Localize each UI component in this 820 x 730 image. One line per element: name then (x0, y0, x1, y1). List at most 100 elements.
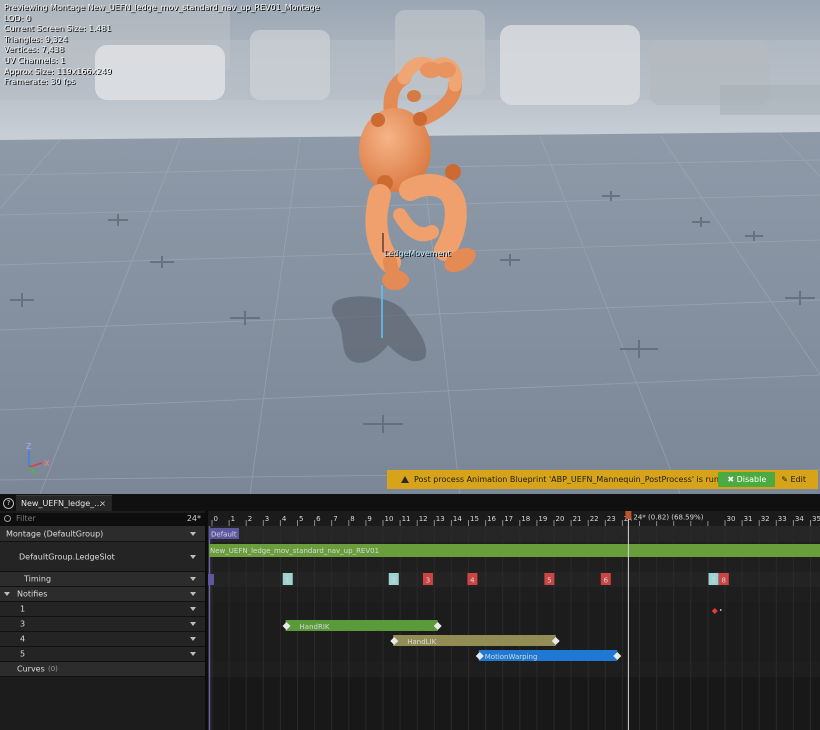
edit-button[interactable]: ✎ Edit (781, 475, 806, 484)
animation-viewport[interactable]: Z X Previewing Montage New_UEFN_ledge_mo… (0, 0, 820, 494)
viewport-stats: Previewing Montage New_UEFN_ledge_mov_st… (4, 3, 320, 88)
frame-tick-label: 16 (487, 515, 496, 523)
stats-line: Approx Size: 119x166x249 (4, 66, 112, 76)
timing-marker-label: 7 (711, 577, 715, 585)
notify-track-1[interactable]: 1 (0, 602, 205, 617)
tab-label: New_UEFN_ledge_... (21, 499, 102, 508)
timing-marker-label: 3 (426, 577, 430, 585)
notify-track-3[interactable]: 3 (0, 617, 205, 632)
track-montage-group[interactable]: Montage (DefaultGroup) (0, 526, 205, 542)
stats-line: UV Channels: 1 (4, 55, 66, 65)
help-icon[interactable]: ? (3, 498, 14, 509)
frame-tick-label: 11 (402, 515, 411, 523)
chevron-down-icon[interactable] (190, 554, 196, 559)
track-label: Montage (DefaultGroup) (6, 529, 104, 538)
track-row-band (208, 662, 820, 677)
bone-label: LedgeMovement (384, 249, 451, 258)
chevron-down-icon[interactable] (190, 531, 196, 536)
chevron-down-icon[interactable] (190, 577, 196, 581)
chevron-down-icon[interactable] (190, 637, 196, 641)
frame-tick-label: 35 (812, 515, 820, 523)
search-icon (4, 515, 11, 522)
timing-marker-label: 6 (604, 577, 609, 585)
track-label: Timing (24, 574, 52, 584)
notify-track-5[interactable]: 5 (0, 647, 205, 662)
track-label: DefaultGroup.LedgeSlot (19, 552, 115, 561)
notify-point-dot (719, 609, 722, 611)
frame-tick-label: 22 (590, 515, 599, 523)
tab-montage[interactable]: New_UEFN_ledge_... × (16, 495, 112, 512)
notify-state-label: MotionWarping (485, 653, 538, 661)
frame-tick-label: 17 (504, 515, 513, 523)
filter-bar: Filter 24* (0, 513, 205, 526)
track-label: Curves (17, 664, 45, 674)
playhead-label: 24* (0.82) (68.59%) (633, 514, 703, 522)
frame-tick-label: 19 (538, 515, 547, 523)
frame-tick-label: 15 (470, 515, 479, 523)
timing-marker-label: 8 (722, 577, 726, 585)
filter-input[interactable]: Filter (16, 514, 36, 523)
montage-editor-panel: ? New_UEFN_ledge_... × Filter 24* Montag… (0, 494, 820, 730)
frame-tick-label: 34 (795, 515, 804, 523)
frame-tick-label: 30 (727, 515, 736, 523)
track-row-band (208, 587, 820, 602)
tab-bar: ? New_UEFN_ledge_... × (0, 494, 820, 512)
timeline-area[interactable]: 0123456789101112131415161718192021222324… (208, 511, 820, 730)
notify-state-label: HandRIK (300, 623, 330, 631)
expand-arrow-icon[interactable] (4, 592, 10, 596)
timing-marker-label: 1 (286, 577, 290, 585)
frame-tick-label: 23 (607, 515, 616, 523)
track-label: 4 (20, 634, 26, 644)
postprocess-warning-bar: Post process Animation Blueprint 'ABP_UE… (387, 470, 818, 489)
track-curves[interactable]: Curves (0) (0, 662, 205, 677)
notify-state-label: HandLIK (407, 638, 436, 646)
timing-marker-label: 4 (470, 577, 475, 585)
stats-line: Framerate: 30 fps (4, 77, 76, 87)
timeline-canvas[interactable]: 0123456789101112131415161718192021222324… (208, 511, 820, 730)
curves-count: (0) (48, 665, 58, 673)
frame-tick-label: 7 (333, 515, 337, 523)
close-icon[interactable]: × (99, 496, 106, 512)
chevron-down-icon[interactable] (190, 652, 196, 656)
current-frame-indicator: 24* (186, 514, 201, 523)
chevron-down-icon[interactable] (190, 592, 196, 596)
playhead-handle[interactable] (625, 511, 632, 519)
track-row-band (208, 526, 820, 542)
frame-tick-label: 20 (556, 515, 565, 523)
track-slot[interactable]: DefaultGroup.LedgeSlot (0, 542, 205, 572)
timing-marker-label: 5 (547, 577, 551, 585)
track-label: Notifies (17, 589, 48, 599)
stats-line: LOD: 0 (4, 13, 31, 23)
track-label: 1 (20, 604, 26, 614)
frame-tick-label: 32 (761, 515, 770, 523)
frame-tick-label: 18 (521, 515, 530, 523)
timing-marker-start[interactable] (208, 574, 214, 585)
frame-tick-label: 8 (350, 515, 354, 523)
frame-tick-label: 6 (316, 515, 321, 523)
axis-x-label: X (44, 459, 50, 468)
frame-tick-label: 21 (573, 515, 582, 523)
frame-tick-label: 13 (436, 515, 445, 523)
notify-track-4[interactable]: 4 (0, 632, 205, 647)
timing-marker-label: 2 (392, 577, 396, 585)
frame-tick-label: 9 (367, 515, 371, 523)
frame-tick-label: 1 (231, 515, 235, 523)
stats-line: Vertices: 7,438 (4, 45, 65, 55)
frame-tick-label: 4 (282, 515, 287, 523)
track-label: 3 (20, 619, 26, 629)
track-timing[interactable]: Timing (0, 572, 205, 587)
chevron-down-icon[interactable] (190, 607, 196, 611)
chevron-down-icon[interactable] (190, 622, 196, 626)
section-label: Default (211, 531, 237, 539)
track-notifies[interactable]: Notifies (0, 587, 205, 602)
stats-line: Current Screen Size: 1.481 (4, 24, 112, 34)
track-row-band (208, 602, 820, 617)
warning-text: Post process Animation Blueprint 'ABP_UE… (414, 475, 719, 484)
track-list: Filter 24* Montage (DefaultGroup) Defaul… (0, 511, 205, 730)
frame-tick-label: 12 (419, 515, 428, 523)
frame-tick-label: 33 (778, 515, 787, 523)
disable-button[interactable]: ✖ Disable (718, 472, 776, 487)
frame-tick-label: 2 (248, 515, 252, 523)
frame-tick-label: 0 (214, 515, 218, 523)
track-label: 5 (20, 649, 26, 659)
